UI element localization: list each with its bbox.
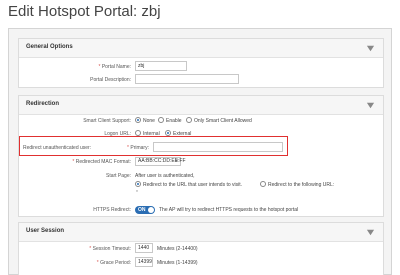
smart-client-only-label: Only Smart Client Allowed (194, 118, 252, 124)
start-page-intro: After user is authenticated, (135, 173, 195, 179)
start-page-label: Start Page: (105, 173, 131, 179)
smart-client-only-radio[interactable] (186, 117, 192, 123)
page-title: Edit Hotspot Portal: zbj (8, 3, 161, 20)
smart-client-enable-label: Enable (166, 118, 182, 124)
portal-description-label: Portal Description: (90, 77, 131, 83)
section-title: User Session (26, 228, 65, 234)
collapse-triangle-icon[interactable] (366, 101, 375, 110)
grace-period-input[interactable]: 14399 (135, 257, 153, 267)
general-options-header[interactable]: General Options (19, 39, 383, 58)
start-page-intended-radio[interactable] (135, 181, 141, 187)
toggle-state-label: ON (138, 207, 146, 213)
mac-format-select[interactable]: AA:BB:CC:DD:EE:FF ▾ (135, 157, 186, 166)
smart-client-enable-radio[interactable] (158, 117, 164, 123)
session-timeout-unit: Minutes (2-14400) (157, 246, 198, 252)
section-title: General Options (26, 44, 73, 50)
mac-format-value: AA:BB:CC:DD:EE:FF (138, 158, 186, 164)
portal-name-input[interactable]: zbj (135, 61, 187, 71)
smart-client-support-label: Smart Client Support: (83, 118, 131, 124)
section-title: Redirection (26, 101, 60, 107)
portal-name-label: * Portal Name: (98, 64, 131, 70)
grace-period-label: * Grace Period: (96, 260, 131, 266)
collapse-triangle-icon[interactable] (366, 44, 375, 53)
grace-period-unit: Minutes (1-14399) (157, 260, 198, 266)
smart-client-none-radio[interactable] (135, 117, 141, 123)
redirection-header[interactable]: Redirection (19, 96, 383, 115)
https-redirect-note: The AP will try to redirect HTTPS reques… (159, 207, 299, 213)
smart-client-none-label: None (143, 118, 155, 124)
https-redirect-toggle[interactable]: ON (135, 206, 155, 214)
session-timeout-input[interactable]: 1440 (135, 243, 153, 253)
user-session-header[interactable]: User Session (19, 223, 383, 242)
collapse-triangle-icon[interactable] (366, 228, 375, 237)
start-page-following-label: Redirect to the following URL: (268, 182, 335, 188)
https-redirect-label: HTTPS Redirect: (93, 207, 131, 213)
redirection-section: Redirection (18, 95, 384, 217)
session-timeout-label: * Session Timeout: (89, 246, 131, 252)
highlight-annotation-box (19, 136, 288, 156)
start-page-following-radio[interactable] (260, 181, 266, 187)
start-page-intended-label: Redirect to the URL that user intends to… (143, 182, 243, 188)
toggle-knob (148, 207, 154, 213)
start-page-url-marker: * (136, 190, 138, 196)
portal-description-input[interactable] (135, 74, 239, 84)
mac-format-label: * Redirected MAC Format: (72, 159, 131, 165)
chevron-down-icon: ▾ (175, 158, 178, 164)
